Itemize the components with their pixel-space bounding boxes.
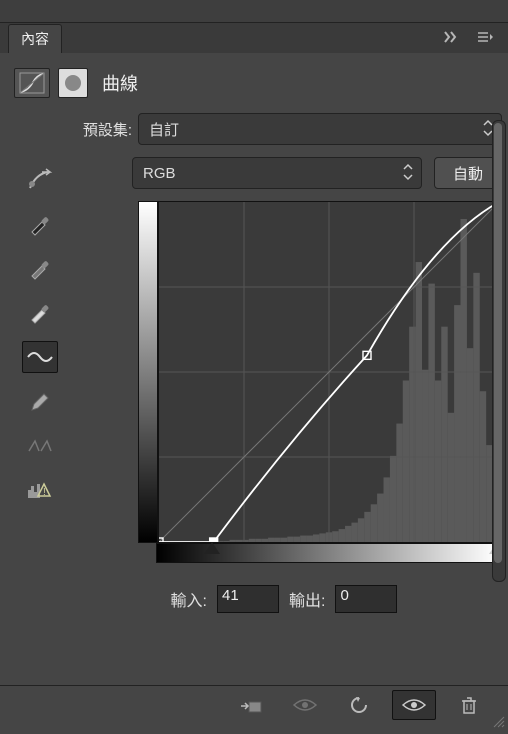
channel-value: RGB (143, 165, 176, 182)
tool-column: ! (14, 113, 66, 613)
preview-button[interactable] (392, 690, 436, 720)
input-gradient[interactable] (156, 543, 498, 563)
trash-button[interactable] (448, 691, 490, 719)
input-label: 輸入: (171, 587, 207, 611)
svg-text:!: ! (43, 487, 46, 498)
tab-bar: 內容 (0, 23, 508, 53)
clip-tool[interactable] (23, 431, 57, 461)
curve-smooth-tool[interactable] (22, 341, 58, 373)
collapse-icon[interactable] (444, 31, 462, 46)
pencil-tool[interactable] (23, 387, 57, 417)
tab-properties[interactable]: 內容 (8, 24, 62, 53)
eyedropper-black[interactable] (23, 209, 57, 239)
eyedropper-gray[interactable] (23, 253, 57, 283)
preset-value: 自訂 (149, 119, 179, 140)
reset-button[interactable] (338, 691, 380, 719)
tab-label: 內容 (21, 31, 49, 47)
channel-select[interactable]: RGB (132, 157, 422, 189)
scrollbar[interactable] (492, 120, 506, 582)
clip-to-layer-button[interactable] (230, 691, 272, 719)
output-gradient (138, 201, 158, 543)
target-adjust-tool[interactable] (23, 165, 57, 195)
adjustment-header: 曲線 (0, 53, 508, 107)
output-value[interactable]: 0 (335, 585, 397, 613)
histogram-warn-tool[interactable]: ! (23, 475, 57, 505)
preset-select[interactable]: 自訂 (138, 113, 502, 145)
visibility-button[interactable] (284, 691, 326, 719)
input-value[interactable]: 41 (217, 585, 279, 613)
updown-icon (403, 163, 413, 185)
titlebar (0, 0, 508, 23)
scroll-thumb[interactable] (494, 123, 502, 563)
panel-footer (0, 685, 508, 724)
output-label: 輸出: (289, 587, 325, 611)
eyedropper-white[interactable] (23, 297, 57, 327)
resize-grip[interactable] (492, 715, 506, 732)
preset-label: 預設集: (66, 119, 138, 140)
curve-graph[interactable] (158, 201, 500, 543)
curves-icon[interactable] (14, 68, 50, 98)
mask-icon[interactable] (58, 68, 88, 98)
panel-menu-icon[interactable] (476, 31, 494, 46)
auto-button-label: 自動 (453, 163, 483, 184)
black-point-slider[interactable] (204, 542, 220, 554)
adjustment-title: 曲線 (102, 70, 138, 96)
